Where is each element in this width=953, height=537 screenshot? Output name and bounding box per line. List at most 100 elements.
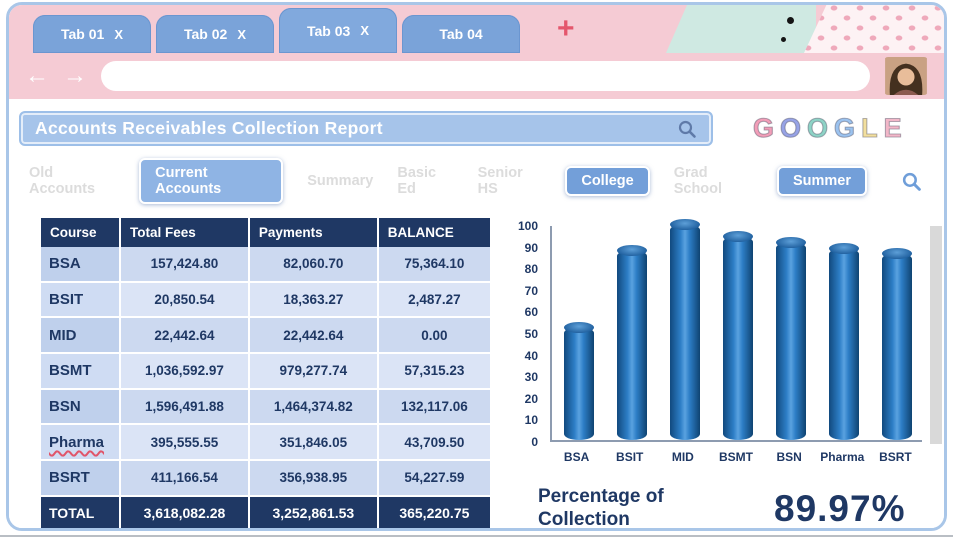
y-axis-label: 10 bbox=[524, 413, 538, 428]
tab-bar: Tab 01 X Tab 02 X Tab 03 X Tab 04 + bbox=[9, 5, 944, 53]
forward-button[interactable]: → bbox=[63, 64, 87, 88]
chart-bar bbox=[723, 230, 753, 440]
y-axis-label: 30 bbox=[524, 370, 538, 385]
value-cell: 395,555.55 bbox=[121, 425, 250, 462]
browser-window: Tab 01 X Tab 02 X Tab 03 X Tab 04 + ← → Accoun… bbox=[6, 2, 947, 531]
y-axis-label: 80 bbox=[524, 262, 538, 277]
value-cell: 0.00 bbox=[378, 318, 490, 355]
fees-table: Course Total Fees Payments BALANCE BSA 15… bbox=[41, 218, 490, 528]
nav-item-college[interactable]: College bbox=[565, 166, 650, 196]
browser-tab[interactable]: Tab 02 X bbox=[156, 15, 274, 53]
browser-tab[interactable]: Tab 03 X bbox=[279, 8, 397, 53]
total-label-cell: TOTAL bbox=[41, 496, 121, 528]
nav-item-basic-ed[interactable]: Basic Ed bbox=[397, 165, 453, 197]
course-label: BSA bbox=[49, 255, 81, 273]
value-cell: 1,036,592.97 bbox=[121, 354, 250, 390]
tab-close-icon[interactable]: X bbox=[114, 27, 123, 42]
section-nav: Old Accounts Current Accounts Summary Basic… bbox=[29, 158, 922, 204]
browser-navbar: ← → bbox=[9, 53, 944, 99]
search-icon[interactable] bbox=[677, 119, 697, 139]
value-cell: 365,220.75 bbox=[378, 496, 490, 528]
course-label: TOTAL bbox=[49, 505, 95, 522]
course-cell: BSA bbox=[41, 247, 121, 283]
course-cell: BSIT bbox=[41, 282, 121, 319]
course-cell: MID bbox=[41, 318, 121, 355]
nav-item-summer[interactable]: Summer bbox=[776, 166, 867, 196]
chart-bar bbox=[616, 244, 647, 440]
tab-close-icon[interactable]: X bbox=[360, 23, 369, 38]
title-row: Accounts Receivables Collection Report G… bbox=[19, 111, 930, 146]
col-header-course: Course bbox=[41, 218, 121, 247]
course-label: MID bbox=[49, 326, 77, 344]
value-cell: 3,252,861.53 bbox=[249, 496, 379, 528]
logo-letter: O bbox=[779, 112, 803, 143]
tab-close-icon[interactable]: X bbox=[237, 27, 246, 42]
nav-item-old-accounts[interactable]: Old Accounts bbox=[29, 165, 115, 197]
summary-caption: Percentage of Collection bbox=[538, 486, 664, 530]
report-title-bar: Accounts Receivables Collection Report bbox=[19, 111, 713, 146]
nav-item-current-accounts[interactable]: Current Accounts bbox=[139, 158, 284, 204]
browser-tab[interactable]: Tab 04 bbox=[402, 15, 520, 53]
nav-item-summary[interactable]: Summary bbox=[307, 173, 373, 189]
main-row: Course Total Fees Payments BALANCE BSA 15… bbox=[41, 218, 944, 530]
new-tab-button[interactable]: + bbox=[557, 14, 575, 44]
chart-column: 0 10 20 30 40 50 60 70 80 90 100 BSA BSIT MID BSMT BSN… bbox=[504, 218, 944, 530]
tab-strip: Tab 01 X Tab 02 X Tab 03 X Tab 04 bbox=[33, 5, 525, 53]
table-row: BSRT 411,166.54 356,938.95 54,227.59 bbox=[41, 461, 490, 497]
y-axis-label: 20 bbox=[524, 391, 538, 406]
polka-dot-decoration bbox=[804, 5, 944, 53]
nav-search-icon[interactable] bbox=[901, 171, 922, 192]
x-axis-label: BSIT bbox=[616, 450, 644, 464]
course-label: BSMT bbox=[49, 362, 92, 380]
decorative-dot bbox=[787, 17, 794, 24]
nav-item-senior-hs[interactable]: Senior HS bbox=[478, 165, 542, 197]
value-cell: 979,277.74 bbox=[249, 354, 379, 390]
tab-label: Tab 01 bbox=[61, 26, 105, 42]
table-total-row: TOTAL 3,618,082.28 3,252,861.53 365,220.75 bbox=[41, 496, 490, 528]
table-row: Pharma 395,555.55 351,846.05 43,709.50 bbox=[41, 425, 490, 462]
value-cell: 43,709.50 bbox=[378, 425, 490, 462]
value-cell: 54,227.59 bbox=[378, 461, 490, 497]
course-cell: BSN bbox=[41, 389, 121, 426]
value-cell: 18,363.27 bbox=[249, 282, 379, 319]
browser-tab[interactable]: Tab 01 X bbox=[33, 15, 151, 53]
value-cell: 411,166.54 bbox=[121, 461, 250, 497]
y-axis-label: 40 bbox=[524, 348, 538, 363]
course-label: BSN bbox=[49, 398, 81, 416]
mint-decoration bbox=[666, 5, 816, 53]
y-axis-label: 90 bbox=[524, 240, 538, 255]
col-header-payments: Payments bbox=[249, 218, 379, 247]
chart-bar bbox=[563, 322, 594, 440]
tab-label: Tab 03 bbox=[307, 22, 351, 39]
y-axis-label: 70 bbox=[524, 283, 538, 298]
x-axis-label: Pharma bbox=[820, 450, 865, 464]
logo: GOOGLE bbox=[752, 112, 908, 144]
value-cell: 2,487.27 bbox=[378, 282, 490, 319]
chart-bar bbox=[776, 236, 807, 440]
col-header-total-fees: Total Fees bbox=[121, 218, 250, 247]
tab-label: Tab 04 bbox=[439, 26, 483, 42]
course-cell: Pharma bbox=[41, 425, 121, 462]
course-label: BSIT bbox=[49, 291, 84, 309]
value-cell: 75,364.10 bbox=[378, 247, 490, 283]
profile-avatar[interactable] bbox=[884, 57, 928, 95]
url-bar[interactable] bbox=[101, 61, 870, 91]
table-row: BSMT 1,036,592.97 979,277.74 57,315.23 bbox=[41, 354, 490, 390]
collection-chart: 0 10 20 30 40 50 60 70 80 90 100 BSA BSIT MID BSMT BSN… bbox=[504, 218, 944, 470]
x-axis-label: MID bbox=[671, 450, 694, 464]
page-title: Accounts Receivables Collection Report bbox=[35, 118, 383, 138]
nav-item-grad-school[interactable]: Grad School bbox=[674, 165, 753, 197]
col-header-balance: BALANCE bbox=[378, 218, 490, 247]
summary-row: Percentage of Collection 89.97% bbox=[538, 486, 944, 530]
decorative-dot bbox=[781, 37, 786, 42]
y-axis-label: 0 bbox=[531, 435, 538, 449]
tab-label: Tab 02 bbox=[184, 26, 228, 42]
chart-bar bbox=[669, 219, 700, 440]
x-axis-label: BSRT bbox=[879, 450, 912, 464]
back-button[interactable]: ← bbox=[25, 64, 49, 88]
logo-letter: E bbox=[883, 112, 903, 143]
value-cell: 22,442.64 bbox=[249, 318, 379, 355]
x-axis: BSA BSIT MID BSMT BSN Pharma BSRT bbox=[550, 450, 922, 468]
course-cell: BSRT bbox=[41, 461, 121, 497]
table-row: MID 22,442.64 22,442.64 0.00 bbox=[41, 318, 490, 355]
